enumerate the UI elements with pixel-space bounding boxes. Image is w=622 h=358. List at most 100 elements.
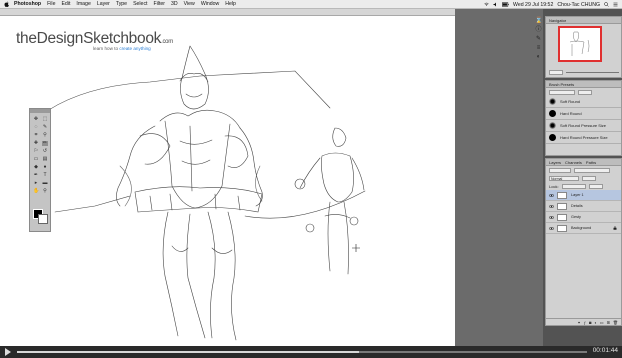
menu-edit[interactable]: Edit: [61, 1, 70, 7]
brush-preset-label: Hard Round: [560, 111, 582, 116]
layer-thumbnail: [557, 224, 567, 232]
layer-thumbnail: [557, 191, 567, 199]
menu-3d[interactable]: 3D: [171, 1, 178, 7]
volume-icon[interactable]: [493, 2, 498, 7]
new-group-icon[interactable]: ▭: [600, 320, 604, 325]
hand-tool-icon[interactable]: ✋: [33, 189, 39, 194]
search-icon[interactable]: [604, 2, 609, 7]
video-time: 00:01:44: [592, 347, 618, 354]
lock-label: Lock:: [549, 183, 559, 189]
list-icon[interactable]: [613, 2, 618, 7]
tab-brush-presets[interactable]: Brush Presets: [546, 81, 621, 88]
zoom-slider[interactable]: [566, 72, 619, 73]
adjustment-layer-icon[interactable]: ◐: [594, 320, 596, 325]
lasso-tool-icon[interactable]: ◌: [33, 125, 39, 130]
menu-layer[interactable]: Layer: [97, 1, 110, 7]
type-tool-icon[interactable]: T: [42, 173, 48, 178]
brush-preset-label: Soft Round Pressure Size: [560, 123, 607, 128]
layer-row[interactable]: Background: [546, 223, 621, 234]
menu-type[interactable]: Type: [116, 1, 127, 7]
blur-tool-icon[interactable]: ◆: [33, 165, 39, 170]
brush-settings-icon[interactable]: ✎: [535, 36, 542, 42]
menu-image[interactable]: Image: [76, 1, 90, 7]
layer-name: Details: [571, 204, 583, 208]
document-canvas[interactable]: theDesignSketchbook.com learn how to cre…: [0, 16, 455, 346]
layer-filter-row: [546, 166, 621, 174]
properties-icon[interactable]: ≡: [535, 45, 542, 51]
trash-icon[interactable]: 🗑: [613, 320, 618, 325]
brush-preset-item[interactable]: Hard Round: [546, 108, 621, 120]
move-tool-icon[interactable]: ✥: [33, 117, 39, 122]
menu-photoshop[interactable]: Photoshop: [14, 1, 41, 7]
layer-row[interactable]: Layer 1: [546, 190, 621, 201]
layer-style-icon[interactable]: ƒ: [584, 320, 586, 325]
status-area: Wed 29 Jul 19:52 Chou-Tac CHUNG: [484, 0, 618, 9]
path-select-tool-icon[interactable]: ▸: [33, 181, 39, 186]
menu-view[interactable]: View: [184, 1, 195, 7]
brush-size-slider[interactable]: [549, 89, 575, 95]
video-scrubber[interactable]: [17, 351, 587, 353]
blend-mode-select[interactable]: Normal: [549, 175, 579, 181]
layers-footer: ⚭ ƒ ◙ ◐ ▭ ⊞ 🗑: [546, 318, 621, 325]
menu-file[interactable]: File: [47, 1, 55, 7]
marquee-tool-icon[interactable]: ⬚: [42, 117, 48, 122]
layer-filter-kind[interactable]: [549, 167, 571, 173]
add-mask-icon[interactable]: ◙: [589, 320, 591, 325]
layer-filter-icons[interactable]: [574, 167, 610, 173]
brush-size-field[interactable]: [578, 89, 592, 95]
new-layer-icon[interactable]: ⊞: [607, 320, 610, 325]
blend-mode-row: Normal: [546, 174, 621, 182]
brush-preset-item[interactable]: Soft Round: [546, 96, 621, 108]
tab-channels[interactable]: Channels: [565, 160, 582, 165]
figure-sketch: [39, 45, 366, 341]
wifi-icon[interactable]: [484, 2, 489, 7]
brush-tool-icon[interactable]: ✏: [42, 141, 48, 146]
opacity-field[interactable]: [582, 175, 596, 181]
tools-panel-header[interactable]: [30, 109, 50, 113]
play-icon[interactable]: [5, 348, 11, 356]
apple-icon[interactable]: [4, 1, 9, 7]
quick-select-tool-icon[interactable]: ✎: [42, 125, 48, 130]
workspace-background: [455, 9, 543, 346]
fill-field[interactable]: [588, 183, 603, 189]
adjustments-icon[interactable]: ◐: [535, 54, 542, 60]
crop-tool-icon[interactable]: ⌗: [33, 133, 39, 138]
zoom-percent-field[interactable]: [549, 70, 563, 75]
user-name[interactable]: Chou-Tac CHUNG: [557, 2, 600, 8]
gradient-tool-icon[interactable]: ▤: [42, 157, 48, 162]
eyedropper-tool-icon[interactable]: ⚲: [42, 133, 48, 138]
layer-row[interactable]: Details: [546, 201, 621, 212]
history-brush-tool-icon[interactable]: ↺: [42, 149, 48, 154]
dodge-tool-icon[interactable]: ●: [42, 165, 48, 170]
tab-layers[interactable]: Layers: [549, 160, 561, 165]
link-layers-icon[interactable]: ⚭: [577, 320, 580, 325]
menu-help[interactable]: Help: [225, 1, 236, 7]
brush-preset-item[interactable]: Soft Round Pressure Size: [546, 120, 621, 132]
stamp-tool-icon[interactable]: ⚐: [33, 149, 39, 154]
lock-options[interactable]: [561, 183, 586, 189]
battery-icon[interactable]: [502, 2, 509, 7]
menu-select[interactable]: Select: [133, 1, 147, 7]
navigator-thumbnail[interactable]: [558, 26, 602, 62]
menu-window[interactable]: Window: [201, 1, 219, 7]
video-player-bar: 00:01:44: [0, 346, 622, 358]
zoom-tool-icon[interactable]: ⚲: [42, 189, 48, 194]
shape-tool-icon[interactable]: ▬: [42, 181, 48, 186]
visibility-eye-icon[interactable]: [549, 204, 554, 208]
visibility-eye-icon[interactable]: [549, 193, 554, 197]
healing-tool-icon[interactable]: ✚: [33, 141, 39, 146]
navigator-panel: Navigator: [545, 16, 622, 78]
eraser-tool-icon[interactable]: ▭: [33, 157, 39, 162]
history-icon[interactable]: ⌛: [535, 18, 542, 24]
tab-navigator[interactable]: Navigator: [546, 17, 621, 24]
layer-row[interactable]: Gesty: [546, 212, 621, 223]
brush-preset-item[interactable]: Hard Round Pressure Size: [546, 132, 621, 144]
visibility-eye-icon[interactable]: [549, 215, 554, 219]
info-icon[interactable]: ⓘ: [535, 27, 542, 33]
menu-filter[interactable]: Filter: [153, 1, 165, 7]
visibility-eye-icon[interactable]: [549, 226, 554, 230]
background-color-swatch[interactable]: [38, 214, 48, 224]
tab-paths[interactable]: Paths: [586, 160, 596, 165]
pen-tool-icon[interactable]: ✒: [33, 173, 39, 178]
clock[interactable]: Wed 29 Jul 19:52: [513, 2, 553, 8]
